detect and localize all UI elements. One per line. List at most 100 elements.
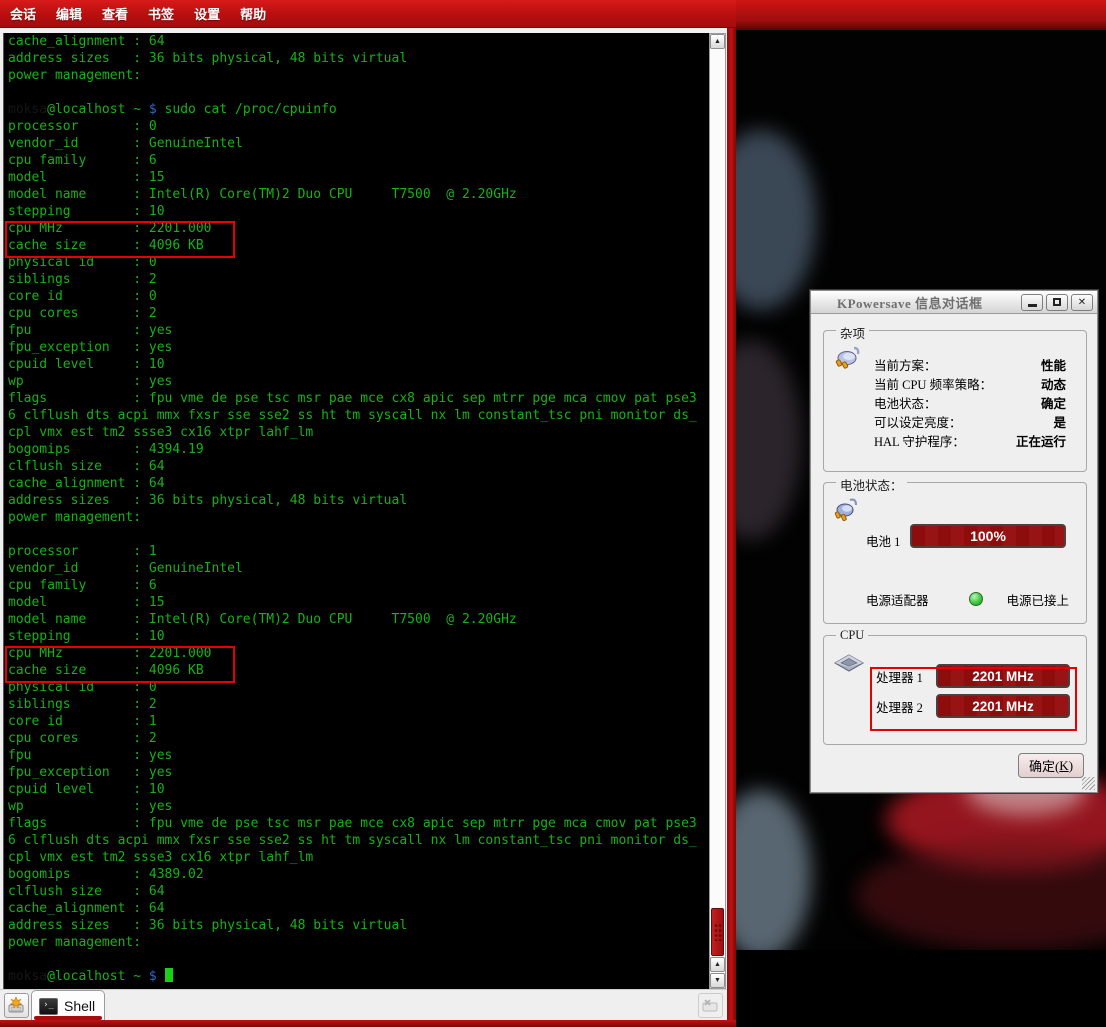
- scrollbar-grip-dots: [714, 923, 723, 941]
- tab-bar: ›_ Shell: [0, 989, 727, 1021]
- wallpaper-detail: [856, 840, 1106, 950]
- menu-edit[interactable]: 编辑: [56, 4, 82, 23]
- annotation-box: [870, 667, 1077, 731]
- ok-button-label: ): [1069, 758, 1073, 774]
- konsole-icon: ›_: [39, 998, 58, 1015]
- resize-grip-icon[interactable]: [1082, 777, 1095, 790]
- terminal-line: cpuid level : 10: [4, 356, 710, 373]
- wallpaper-detail: [736, 950, 1106, 1027]
- terminal-line: address sizes : 36 bits physical, 48 bit…: [4, 917, 710, 934]
- battery-progress-bar: 100%: [910, 524, 1066, 548]
- terminal-line: cpl vmx est tm2 ssse3 cx16 xtpr lahf_lm: [4, 849, 710, 866]
- wallpaper-detail: [736, 790, 811, 960]
- scroll-up-icon[interactable]: ▲: [710, 957, 725, 972]
- ac-adapter-label: 电源适配器: [866, 590, 929, 609]
- terminal-line: cpu family : 6: [4, 577, 710, 594]
- info-label: 电池状态：: [874, 393, 937, 412]
- terminal-line: cpu cores : 2: [4, 305, 710, 322]
- misc-group-title: 杂项: [836, 323, 869, 342]
- dialog-titlebar[interactable]: KPowersave 信息对话框 ✕: [811, 291, 1097, 314]
- info-value: 确定: [1041, 393, 1066, 412]
- ac-connected-led-icon: [969, 592, 983, 606]
- info-value: 正在运行: [1016, 431, 1066, 450]
- wallpaper-detail: [736, 130, 816, 310]
- minimize-button[interactable]: [1021, 294, 1043, 311]
- menu-bar: 会话 编辑 查看 书签 设置 帮助: [0, 0, 736, 28]
- terminal-line: cache_alignment : 64: [4, 475, 710, 492]
- terminal-scrollbar[interactable]: ▲ ▲ ▼: [709, 33, 726, 989]
- ok-button-label: 确定(: [1029, 756, 1059, 775]
- terminal-line: stepping : 10: [4, 203, 710, 220]
- terminal-line: power management:: [4, 67, 710, 84]
- terminal-line: model : 15: [4, 169, 710, 186]
- scroll-up-icon[interactable]: ▲: [710, 34, 725, 49]
- menu-bookmarks[interactable]: 书签: [148, 4, 174, 23]
- tab-shell-label: Shell: [64, 998, 95, 1014]
- new-session-button[interactable]: [4, 993, 29, 1018]
- konsole-window: 会话 编辑 查看 书签 设置 帮助 cache_alignment : 64ad…: [0, 0, 736, 1027]
- terminal-line: cache_alignment : 64: [4, 900, 710, 917]
- dialog-title: KPowersave 信息对话框: [837, 293, 1018, 312]
- terminal-line: cache_alignment : 64: [4, 33, 710, 50]
- terminal-line: [4, 951, 710, 968]
- terminal-line: fpu : yes: [4, 747, 710, 764]
- info-label: 当前方案：: [874, 355, 937, 374]
- battery-percent: 100%: [970, 528, 1006, 544]
- terminal-line: model name : Intel(R) Core(TM)2 Duo CPU …: [4, 186, 710, 203]
- battery-1-label: 电池 1: [866, 531, 900, 550]
- tab-shell[interactable]: ›_ Shell: [31, 990, 105, 1021]
- cpu-chip-icon: [834, 654, 864, 679]
- menu-view[interactable]: 查看: [102, 4, 128, 23]
- terminal-line: power management:: [4, 934, 710, 951]
- terminal-line: processor : 0: [4, 118, 710, 135]
- power-plug-icon: [834, 497, 860, 528]
- ac-adapter-status: 电源已接上: [1007, 590, 1070, 609]
- terminal-line: processor : 1: [4, 543, 710, 560]
- annotation-box: [5, 646, 235, 683]
- annotation-box: [5, 221, 235, 258]
- desktop-background: KPowersave 信息对话框 ✕ 杂项: [736, 0, 1106, 1027]
- ac-adapter-row: 电源适配器 电源已接上: [866, 589, 1072, 609]
- info-value: 性能: [1041, 355, 1066, 374]
- info-label: 当前 CPU 频率策略：: [874, 374, 992, 393]
- terminal-output[interactable]: cache_alignment : 64address sizes : 36 b…: [3, 33, 710, 989]
- terminal-line: siblings : 2: [4, 271, 710, 288]
- terminal-line: flags : fpu vme de pse tsc msr pae mce c…: [4, 815, 710, 832]
- terminal-line: bogomips : 4389.02: [4, 866, 710, 883]
- terminal-line: wp : yes: [4, 373, 710, 390]
- power-scheme-icon: [834, 345, 862, 374]
- terminal-line: cpl vmx est tm2 ssse3 cx16 xtpr lahf_lm: [4, 424, 710, 441]
- menu-session[interactable]: 会话: [10, 4, 36, 23]
- terminal-line: 6 clflush dts acpi mmx fxsr sse sse2 ss …: [4, 832, 710, 849]
- info-label: 可以设定亮度：: [874, 412, 962, 431]
- terminal-line: cpuid level : 10: [4, 781, 710, 798]
- maximize-button[interactable]: [1046, 294, 1068, 311]
- terminal-line: moksa@localhost ~ $ sudo cat /proc/cpuin…: [4, 101, 710, 118]
- ok-button-accel: K: [1059, 758, 1068, 774]
- close-button[interactable]: ✕: [1071, 294, 1093, 311]
- minimize-icon: [1028, 304, 1037, 307]
- terminal-cursor: [165, 968, 173, 982]
- terminal-line: address sizes : 36 bits physical, 48 bit…: [4, 50, 710, 67]
- terminal-line: flags : fpu vme de pse tsc msr pae mce c…: [4, 390, 710, 407]
- scroll-down-icon[interactable]: ▼: [710, 973, 725, 988]
- close-session-button[interactable]: [698, 993, 723, 1018]
- battery-group: 电池状态： 电池 1 100% 电源适配器: [823, 482, 1087, 624]
- misc-group: 杂项 当前方案：性能 当前 CPU 频率策略：动态 电池状态：确定 可以设定亮度…: [823, 330, 1087, 472]
- terminal-line: [4, 84, 710, 101]
- kpowersave-dialog: KPowersave 信息对话框 ✕ 杂项: [810, 290, 1098, 793]
- menu-settings[interactable]: 设置: [194, 4, 220, 23]
- scrollbar-thumb[interactable]: [711, 908, 724, 956]
- maximize-icon: [1053, 298, 1061, 306]
- ok-button[interactable]: 确定(K): [1018, 753, 1084, 778]
- terminal-line: fpu : yes: [4, 322, 710, 339]
- window-border: [0, 1020, 736, 1027]
- terminal-line: address sizes : 36 bits physical, 48 bit…: [4, 492, 710, 509]
- wallpaper-detail: [736, 340, 801, 540]
- terminal-line: model : 15: [4, 594, 710, 611]
- terminal-line: wp : yes: [4, 798, 710, 815]
- menu-help[interactable]: 帮助: [240, 4, 266, 23]
- terminal-line: fpu_exception : yes: [4, 764, 710, 781]
- terminal-line: clflush size : 64: [4, 883, 710, 900]
- battery-group-title: 电池状态：: [836, 475, 907, 494]
